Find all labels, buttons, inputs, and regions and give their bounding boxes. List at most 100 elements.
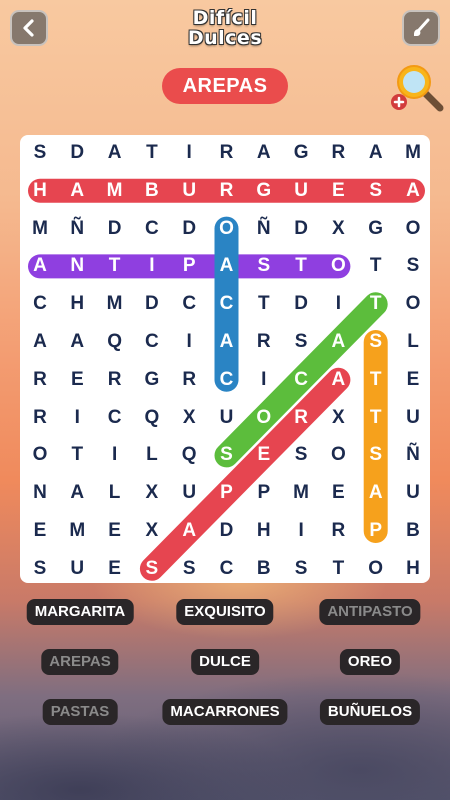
grid-letter[interactable]: A <box>61 179 93 203</box>
hint-button[interactable] <box>388 60 446 114</box>
grid-letter[interactable]: X <box>322 406 354 430</box>
grid-letter[interactable]: O <box>397 217 429 241</box>
grid-letter[interactable]: H <box>61 292 93 316</box>
grid-letter[interactable]: U <box>397 406 429 430</box>
grid-letter[interactable]: X <box>322 217 354 241</box>
grid-letter[interactable]: R <box>24 406 56 430</box>
grid-letter[interactable]: R <box>248 330 280 354</box>
grid-letter[interactable]: H <box>248 519 280 543</box>
grid-letter[interactable]: I <box>173 141 205 165</box>
grid-letter[interactable]: O <box>397 292 429 316</box>
grid-letter[interactable]: R <box>211 179 243 203</box>
grid-letter[interactable]: S <box>285 557 317 581</box>
grid-letter[interactable]: O <box>211 217 243 241</box>
grid-letter[interactable]: Q <box>99 330 131 354</box>
grid-letter[interactable]: A <box>248 141 280 165</box>
grid-letter[interactable]: N <box>24 481 56 505</box>
grid-letter[interactable]: P <box>360 519 392 543</box>
grid-letter[interactable]: E <box>397 368 429 392</box>
grid-letter[interactable]: L <box>136 443 168 467</box>
grid-letter[interactable]: U <box>61 557 93 581</box>
grid-letter[interactable]: U <box>285 179 317 203</box>
grid-letter[interactable]: T <box>99 254 131 278</box>
grid-letter[interactable]: E <box>322 481 354 505</box>
grid-letter[interactable]: Ñ <box>397 443 429 467</box>
grid-letter[interactable]: I <box>285 519 317 543</box>
grid-letter[interactable]: Ñ <box>248 217 280 241</box>
grid-letter[interactable]: L <box>397 330 429 354</box>
grid-letter[interactable]: Q <box>136 406 168 430</box>
grid-letter[interactable]: C <box>24 292 56 316</box>
grid-letter[interactable]: R <box>24 368 56 392</box>
grid-letter[interactable]: B <box>136 179 168 203</box>
grid-letter[interactable]: D <box>285 217 317 241</box>
grid-letter[interactable]: I <box>99 443 131 467</box>
grid-letter[interactable]: R <box>99 368 131 392</box>
grid-letter[interactable]: R <box>285 406 317 430</box>
grid-letter[interactable]: S <box>360 443 392 467</box>
grid-letter[interactable]: M <box>99 292 131 316</box>
grid-letter[interactable]: O <box>322 254 354 278</box>
grid-letter[interactable]: A <box>99 141 131 165</box>
grid-letter[interactable]: U <box>173 481 205 505</box>
grid-letter[interactable]: D <box>61 141 93 165</box>
grid-letter[interactable]: H <box>24 179 56 203</box>
grid-letter[interactable]: P <box>173 254 205 278</box>
grid-letter[interactable]: M <box>24 217 56 241</box>
grid-letter[interactable]: D <box>285 292 317 316</box>
grid-letter[interactable]: Q <box>173 443 205 467</box>
grid-letter[interactable]: D <box>173 217 205 241</box>
grid-letter[interactable]: C <box>136 217 168 241</box>
grid-letter[interactable]: A <box>360 141 392 165</box>
grid-letter[interactable]: A <box>322 368 354 392</box>
grid-letter[interactable]: N <box>61 254 93 278</box>
grid-letter[interactable]: A <box>211 254 243 278</box>
grid-letter[interactable]: Ñ <box>61 217 93 241</box>
grid-letter[interactable]: T <box>360 254 392 278</box>
grid-letter[interactable]: C <box>136 330 168 354</box>
grid-letter[interactable]: G <box>248 179 280 203</box>
grid-letter[interactable]: G <box>136 368 168 392</box>
grid-letter[interactable]: U <box>173 179 205 203</box>
grid-letter[interactable]: C <box>211 292 243 316</box>
grid-letter[interactable]: S <box>24 141 56 165</box>
grid-letter[interactable]: S <box>136 557 168 581</box>
grid-letter[interactable]: M <box>397 141 429 165</box>
grid-letter[interactable]: S <box>248 254 280 278</box>
grid-letter[interactable]: D <box>211 519 243 543</box>
grid-letter[interactable]: B <box>248 557 280 581</box>
grid-letter[interactable]: S <box>173 557 205 581</box>
grid-letter[interactable]: U <box>211 406 243 430</box>
grid-letter[interactable]: A <box>322 330 354 354</box>
grid-letter[interactable]: X <box>136 519 168 543</box>
grid-letter[interactable]: A <box>397 179 429 203</box>
grid-letter[interactable]: E <box>61 368 93 392</box>
grid-letter[interactable]: S <box>360 330 392 354</box>
grid-letter[interactable]: C <box>173 292 205 316</box>
grid-letter[interactable]: C <box>211 557 243 581</box>
grid-letter[interactable]: S <box>285 443 317 467</box>
grid-letter[interactable]: C <box>99 406 131 430</box>
grid-letter[interactable]: R <box>322 519 354 543</box>
grid-letter[interactable]: T <box>285 254 317 278</box>
grid-letter[interactable]: M <box>99 179 131 203</box>
grid-letter[interactable]: R <box>322 141 354 165</box>
grid-letter[interactable]: E <box>99 557 131 581</box>
grid-letter[interactable]: T <box>61 443 93 467</box>
grid-letter[interactable]: D <box>99 217 131 241</box>
grid-letter[interactable]: I <box>61 406 93 430</box>
grid-letter[interactable]: A <box>61 330 93 354</box>
grid-letter[interactable]: C <box>285 368 317 392</box>
grid-letter[interactable]: P <box>211 481 243 505</box>
grid-letter[interactable]: S <box>360 179 392 203</box>
grid-letter[interactable]: A <box>24 254 56 278</box>
grid-letter[interactable]: L <box>99 481 131 505</box>
grid-letter[interactable]: T <box>360 406 392 430</box>
grid-letter[interactable]: O <box>24 443 56 467</box>
grid-letter[interactable]: T <box>360 292 392 316</box>
grid-letter[interactable]: S <box>24 557 56 581</box>
grid-letter[interactable]: M <box>61 519 93 543</box>
grid-letter[interactable]: A <box>211 330 243 354</box>
grid-letter[interactable]: U <box>397 481 429 505</box>
grid-letter[interactable]: S <box>211 443 243 467</box>
